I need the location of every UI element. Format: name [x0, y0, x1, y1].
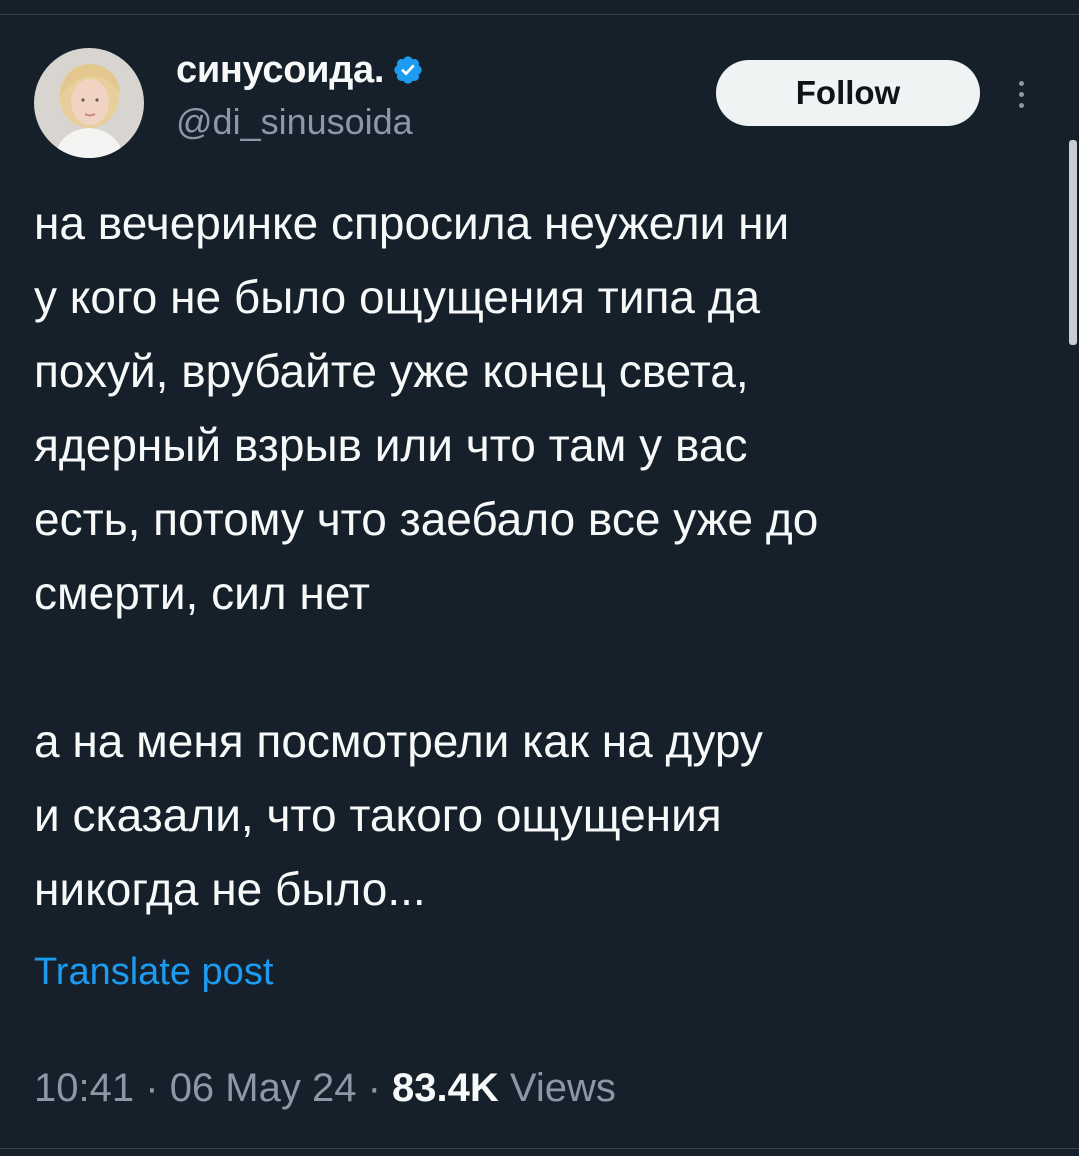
author-handle[interactable]: @di_sinusoida — [176, 100, 413, 144]
views-label: Views — [509, 1066, 616, 1110]
tweet-paragraph: на вечеринке спросила неужели ни у кого … — [34, 197, 819, 619]
verified-badge-icon — [394, 56, 422, 84]
tweet-time[interactable]: 10:41 — [34, 1066, 134, 1110]
bottom-divider — [0, 1148, 1079, 1149]
tweet-date[interactable]: 06 May 24 — [170, 1066, 357, 1110]
meta-separator: · — [367, 1066, 381, 1110]
tweet-meta: 10:41 · 06 May 24 · 83.4K Views — [34, 1062, 616, 1114]
tweet-paragraph: а на меня посмотрели как на дуру и сказа… — [34, 715, 763, 915]
meta-separator: · — [145, 1066, 159, 1110]
avatar-image — [34, 48, 144, 158]
scrollbar[interactable] — [1069, 140, 1077, 345]
follow-button[interactable]: Follow — [716, 60, 980, 126]
views-count: 83.4K — [392, 1066, 499, 1110]
display-name-row[interactable]: синусоида. — [176, 44, 424, 96]
display-name[interactable]: синусоида. — [176, 49, 384, 92]
more-vertical-icon[interactable] — [1006, 72, 1036, 116]
avatar[interactable] — [34, 48, 144, 158]
translate-post-link[interactable]: Translate post — [34, 948, 273, 996]
tweet-text: на вечеринке спросила неужели ни у кого … — [34, 186, 1034, 926]
top-divider — [0, 14, 1079, 15]
